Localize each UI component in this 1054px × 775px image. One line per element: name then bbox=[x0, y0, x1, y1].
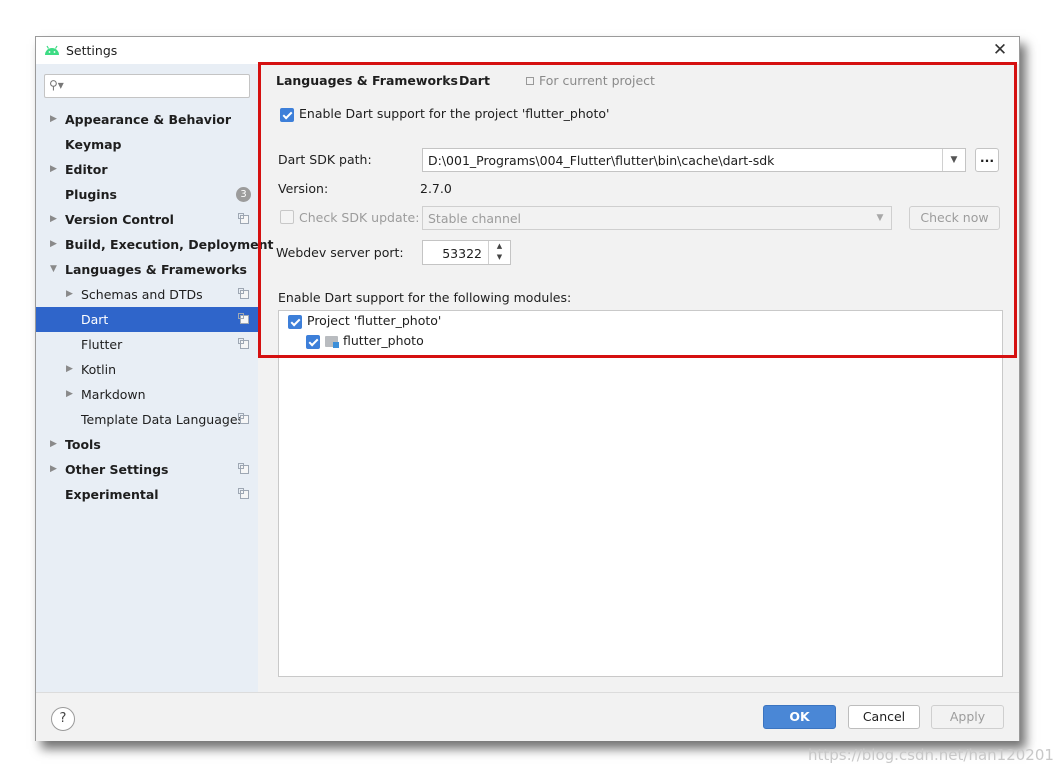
update-channel-select[interactable]: Stable channel ▼ bbox=[422, 206, 892, 230]
modules-label: Enable Dart support for the following mo… bbox=[278, 290, 572, 305]
close-icon: ✕ bbox=[992, 40, 1008, 60]
window-title: Settings bbox=[66, 43, 118, 58]
search-icon: ⚲▾ bbox=[49, 78, 64, 92]
check-now-button[interactable]: Check now bbox=[909, 206, 1000, 230]
apply-button[interactable]: Apply bbox=[931, 705, 1004, 729]
sidebar-item-label: Version Control bbox=[65, 212, 174, 227]
sidebar-item-label: Markdown bbox=[81, 387, 146, 402]
project-scope-icon bbox=[238, 413, 249, 424]
title-bar: Settings ✕ bbox=[36, 37, 1019, 64]
flutter-photo-module-label[interactable]: flutter_photo bbox=[343, 331, 424, 351]
sidebar-item-build-execution-deployment[interactable]: ▶ Build, Execution, Deployment bbox=[36, 232, 273, 257]
chevron-right-icon[interactable]: ▶ bbox=[50, 432, 57, 457]
chevron-down-icon[interactable]: ▼ bbox=[50, 257, 57, 282]
project-scope-icon bbox=[526, 77, 534, 85]
ok-button[interactable]: OK bbox=[763, 705, 836, 729]
breadcrumb-current: Dart bbox=[459, 73, 490, 88]
sidebar-item-label: Tools bbox=[65, 437, 101, 452]
settings-sidebar: ⚲▾ ▶ Appearance & Behavior Keymap ▶ Editor Pl… bbox=[36, 64, 273, 692]
project-module-label[interactable]: Project 'flutter_photo' bbox=[307, 311, 441, 331]
chevron-right-icon[interactable]: ▶ bbox=[50, 107, 57, 132]
project-module-checkbox[interactable] bbox=[288, 315, 302, 329]
check-sdk-update-label[interactable]: Check SDK update: bbox=[299, 210, 419, 225]
chevron-right-icon[interactable]: ▶ bbox=[50, 457, 57, 482]
sidebar-item-label: Keymap bbox=[65, 137, 122, 152]
sidebar-item-label: Editor bbox=[65, 162, 108, 177]
sidebar-item-label: Other Settings bbox=[65, 462, 169, 477]
chevron-right-icon[interactable]: ▶ bbox=[50, 157, 57, 182]
search-input[interactable]: ⚲▾ bbox=[44, 74, 250, 98]
chevron-right-icon[interactable]: ▶ bbox=[50, 232, 57, 257]
watermark: https://blog.csdn.net/han1202012 bbox=[808, 746, 1054, 764]
sidebar-item-keymap[interactable]: Keymap bbox=[36, 132, 258, 157]
cancel-button[interactable]: Cancel bbox=[848, 705, 920, 729]
settings-dialog: Settings ✕ ⚲▾ ▶ Appearance & Behavior Keym… bbox=[35, 36, 1020, 741]
browse-button[interactable]: ... bbox=[975, 148, 999, 172]
sidebar-item-label: Plugins bbox=[65, 187, 117, 202]
check-sdk-update-checkbox[interactable] bbox=[280, 210, 294, 224]
project-scope-icon bbox=[238, 338, 249, 349]
scope-label: For current project bbox=[539, 73, 655, 88]
version-label: Version: bbox=[278, 181, 329, 196]
help-button[interactable]: ? bbox=[51, 707, 75, 731]
sidebar-item-languages-frameworks[interactable]: ▼ Languages & Frameworks bbox=[36, 257, 258, 282]
project-scope-icon bbox=[238, 313, 249, 324]
sidebar-item-label: Template Data Languages bbox=[81, 412, 245, 427]
sidebar-item-label: Flutter bbox=[81, 337, 123, 352]
webdev-port-spinner[interactable]: 53322 ▲ ▼ bbox=[422, 240, 511, 265]
sidebar-item-plugins[interactable]: Plugins 3 bbox=[36, 182, 258, 207]
project-scope-icon bbox=[238, 488, 249, 499]
chevron-right-icon[interactable]: ▶ bbox=[66, 282, 73, 307]
close-button[interactable]: ✕ bbox=[989, 40, 1011, 60]
android-icon bbox=[45, 45, 59, 55]
sidebar-item-experimental[interactable]: Experimental bbox=[36, 482, 258, 507]
sidebar-item-label: Languages & Frameworks bbox=[65, 262, 247, 277]
sdk-path-combo[interactable]: D:\001_Programs\004_Flutter\flutter\bin\… bbox=[422, 148, 966, 172]
sdk-path-value[interactable]: D:\001_Programs\004_Flutter\flutter\bin\… bbox=[428, 153, 774, 168]
sidebar-item-editor[interactable]: ▶ Editor bbox=[36, 157, 258, 182]
dart-settings-panel: Languages & Frameworks › Dart For curren… bbox=[258, 64, 1019, 692]
spinner-arrows-icon[interactable]: ▲ ▼ bbox=[488, 241, 510, 264]
version-value: 2.7.0 bbox=[420, 181, 452, 196]
sidebar-item-kotlin[interactable]: ▶ Kotlin bbox=[36, 357, 258, 382]
modules-list: Project 'flutter_photo' flutter_photo bbox=[278, 310, 1003, 677]
sidebar-item-label: Appearance & Behavior bbox=[65, 112, 231, 127]
sidebar-item-label: Dart bbox=[81, 312, 109, 327]
settings-tree: ▶ Appearance & Behavior Keymap ▶ Editor Plugi… bbox=[36, 107, 273, 507]
chevron-right-icon[interactable]: ▶ bbox=[66, 357, 73, 382]
sidebar-item-label: Kotlin bbox=[81, 362, 116, 377]
module-folder-icon bbox=[325, 336, 339, 348]
project-scope-icon bbox=[238, 288, 249, 299]
chevron-right-icon[interactable]: ▶ bbox=[66, 382, 73, 407]
sidebar-item-version-control[interactable]: ▶ Version Control bbox=[36, 207, 258, 232]
sidebar-item-markdown[interactable]: ▶ Markdown bbox=[36, 382, 258, 407]
sidebar-item-flutter[interactable]: Flutter bbox=[36, 332, 258, 357]
breadcrumb-parent[interactable]: Languages & Frameworks bbox=[276, 73, 458, 88]
sidebar-item-tools[interactable]: ▶ Tools bbox=[36, 432, 258, 457]
dialog-footer: ? OK Cancel Apply bbox=[36, 692, 1019, 741]
project-scope-icon bbox=[238, 213, 249, 224]
sidebar-item-appearance-behavior[interactable]: ▶ Appearance & Behavior bbox=[36, 107, 258, 132]
sidebar-item-label: Experimental bbox=[65, 487, 159, 502]
chevron-down-icon[interactable]: ▼ bbox=[942, 149, 965, 171]
enable-dart-checkbox[interactable] bbox=[280, 108, 294, 122]
sdk-path-label: Dart SDK path: bbox=[278, 152, 372, 167]
sidebar-item-label: Schemas and DTDs bbox=[81, 287, 203, 302]
sidebar-item-schemas-and-dtds[interactable]: ▶ Schemas and DTDs bbox=[36, 282, 258, 307]
project-scope-icon bbox=[238, 463, 249, 474]
sidebar-item-dart[interactable]: Dart bbox=[36, 307, 258, 332]
breadcrumb-separator: › bbox=[444, 72, 449, 87]
update-channel-value: Stable channel bbox=[428, 211, 522, 226]
webdev-port-value[interactable]: 53322 bbox=[442, 246, 482, 261]
sidebar-item-label: Build, Execution, Deployment bbox=[65, 237, 274, 252]
flutter-photo-module-checkbox[interactable] bbox=[306, 335, 320, 349]
webdev-port-label: Webdev server port: bbox=[276, 245, 404, 260]
sidebar-item-template-data-languages[interactable]: Template Data Languages bbox=[36, 407, 258, 432]
chevron-down-icon: ▼ bbox=[876, 213, 884, 223]
sidebar-item-other-settings[interactable]: ▶ Other Settings bbox=[36, 457, 258, 482]
update-count-badge: 3 bbox=[236, 187, 251, 202]
enable-dart-label[interactable]: Enable Dart support for the project 'flu… bbox=[299, 106, 609, 121]
chevron-right-icon[interactable]: ▶ bbox=[50, 207, 57, 232]
